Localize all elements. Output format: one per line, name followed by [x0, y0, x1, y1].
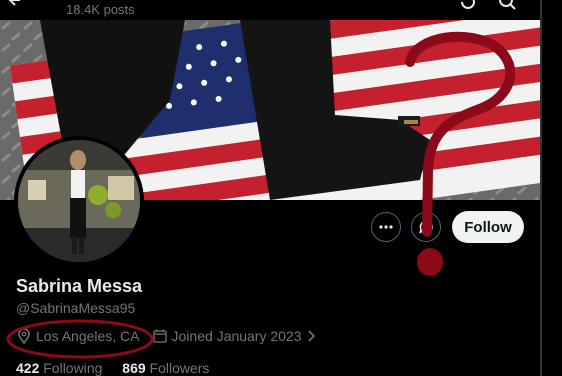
- user-handle: @SabrinaMessa95: [16, 300, 136, 316]
- chevron-right-icon: [307, 330, 315, 342]
- calendar-icon: [152, 329, 167, 343]
- avatar[interactable]: [14, 136, 144, 266]
- location: Los Angeles, CA: [16, 328, 140, 344]
- more-icon: [379, 225, 393, 229]
- following-stat[interactable]: 422 Following: [16, 360, 102, 376]
- message-button[interactable]: [411, 212, 441, 242]
- back-arrow-icon[interactable]: [6, 0, 26, 10]
- more-button[interactable]: [371, 212, 401, 242]
- join-date[interactable]: Joined January 2023: [152, 328, 322, 344]
- question-mark-dot-annotation: [417, 248, 443, 276]
- message-icon: [419, 220, 433, 234]
- posts-count: 18.4K posts: [66, 2, 135, 17]
- profile-top-bar: 18.4K posts: [0, 0, 540, 20]
- location-pin-icon: [18, 328, 30, 344]
- display-name: Sabrina Messa: [16, 276, 143, 296]
- followers-stat[interactable]: 869 Followers: [122, 360, 209, 376]
- refresh-icon[interactable]: [458, 0, 478, 12]
- location-text: Los Angeles, CA: [36, 328, 140, 344]
- search-icon[interactable]: [498, 0, 518, 12]
- follow-button[interactable]: Follow: [452, 211, 524, 243]
- profile-meta: Los Angeles, CA Joined January 2023: [16, 328, 334, 344]
- follow-stats: 422 Following 869 Followers: [16, 360, 225, 376]
- join-date-text: Joined January 2023: [171, 328, 302, 344]
- column-divider: [540, 0, 542, 376]
